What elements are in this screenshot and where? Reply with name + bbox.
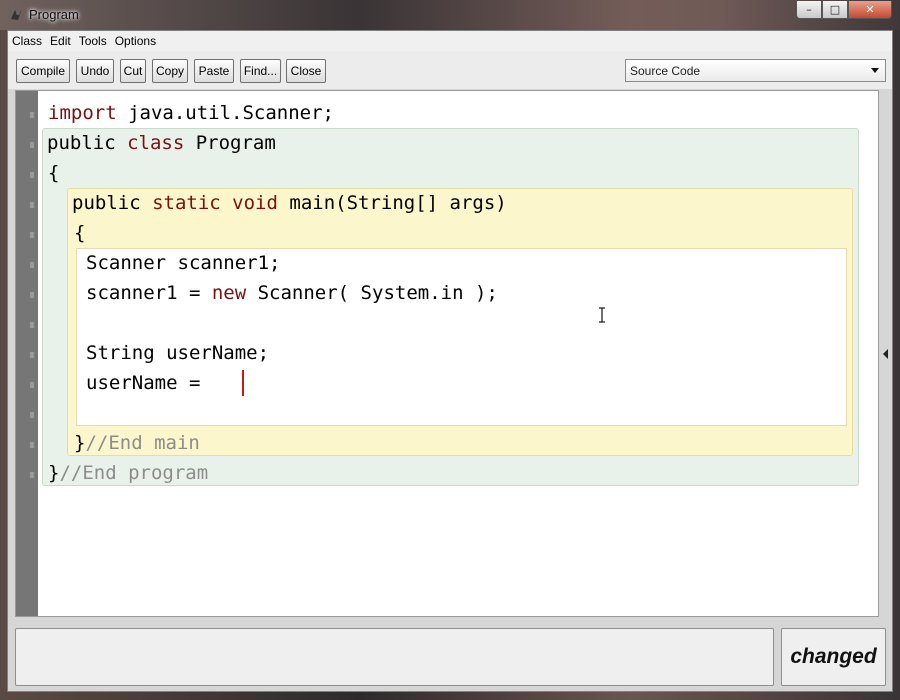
bluej-app-icon — [11, 10, 21, 20]
gutter-marker — [30, 472, 34, 478]
gutter-marker — [30, 412, 34, 418]
code-line: userName = — [86, 372, 212, 394]
menu-tools[interactable]: Tools — [79, 34, 107, 48]
ibeam-cursor-icon — [599, 307, 605, 323]
code-line: scanner1 = new Scanner( System.in ); — [86, 279, 498, 307]
gutter-marker — [30, 142, 34, 148]
code-token: public — [47, 132, 128, 154]
code-token: } — [48, 462, 60, 484]
minimize-button[interactable]: – — [796, 1, 822, 19]
code-line: { — [48, 162, 60, 184]
menu-options[interactable]: Options — [115, 34, 156, 48]
menu-edit[interactable]: Edit — [50, 34, 71, 48]
window-titlebar[interactable]: Program – □ ✕ — [0, 0, 900, 30]
status-indicator: changed — [781, 628, 886, 686]
gutter-marker — [30, 442, 34, 448]
gutter-marker — [30, 382, 34, 388]
cut-button[interactable]: Cut — [120, 59, 146, 83]
code-token: scanner1 = — [86, 282, 212, 304]
gutter-marker — [30, 202, 34, 208]
copy-button[interactable]: Copy — [152, 59, 188, 83]
gutter-marker — [30, 262, 34, 268]
code-token: java.util.Scanner; — [116, 102, 334, 124]
undo-button[interactable]: Undo — [76, 59, 114, 83]
toolbar: Compile Undo Cut Copy Paste Find... Clos… — [8, 51, 892, 89]
code-line: { — [74, 222, 86, 244]
code-line: import java.util.Scanner; — [48, 99, 334, 127]
code-token: } — [74, 432, 86, 454]
code-token: Scanner( System.in ); — [246, 282, 498, 304]
close-button[interactable]: Close — [286, 59, 326, 83]
chevron-down-icon — [871, 68, 879, 73]
view-selector-value: Source Code — [630, 63, 701, 78]
find-button[interactable]: Find... — [240, 59, 281, 83]
source-editor[interactable]: import java.util.Scanner; public class P… — [15, 90, 879, 617]
gutter-marker — [30, 232, 34, 238]
text-cursor — [242, 370, 244, 396]
view-selector-dropdown[interactable]: Source Code — [625, 59, 886, 82]
code-line: }//End main — [74, 429, 200, 457]
code-token: main(String[] args) — [277, 192, 507, 214]
code-area[interactable]: import java.util.Scanner; public class P… — [38, 91, 878, 616]
keyword-token: import — [48, 102, 117, 124]
message-area — [15, 628, 774, 686]
comment-token: //End program — [59, 462, 209, 484]
keyword-token: new — [211, 282, 247, 304]
keyword-token: static — [152, 192, 221, 214]
menu-class[interactable]: Class — [12, 34, 42, 48]
triangle-left-icon[interactable] — [883, 349, 888, 359]
line-number-gutter[interactable] — [16, 91, 38, 616]
gutter-marker — [30, 172, 34, 178]
code-token: Program — [184, 132, 276, 154]
code-token: public — [72, 192, 153, 214]
compile-button[interactable]: Compile — [16, 59, 70, 83]
gutter-marker — [30, 322, 34, 328]
window-title: Program — [29, 7, 79, 22]
maximize-button[interactable]: □ — [822, 1, 848, 19]
paste-button[interactable]: Paste — [194, 59, 234, 83]
window-controls: – □ ✕ — [796, 1, 892, 21]
gutter-marker — [30, 112, 34, 118]
close-window-button[interactable]: ✕ — [848, 1, 892, 19]
code-line: public class Program — [47, 129, 276, 157]
gutter-marker — [30, 352, 34, 358]
code-line: }//End program — [48, 459, 208, 487]
keyword-token: class — [127, 132, 185, 154]
keyword-token: void — [232, 192, 278, 214]
code-line: String userName; — [86, 342, 270, 364]
code-line: Scanner scanner1; — [86, 252, 281, 274]
editor-window: Class Edit Tools Options Compile Undo Cu… — [7, 30, 893, 692]
comment-token: //End main — [85, 432, 200, 454]
gutter-marker — [30, 292, 34, 298]
code-line: public static void main(String[] args) — [72, 189, 507, 217]
menu-bar: Class Edit Tools Options — [8, 31, 892, 51]
